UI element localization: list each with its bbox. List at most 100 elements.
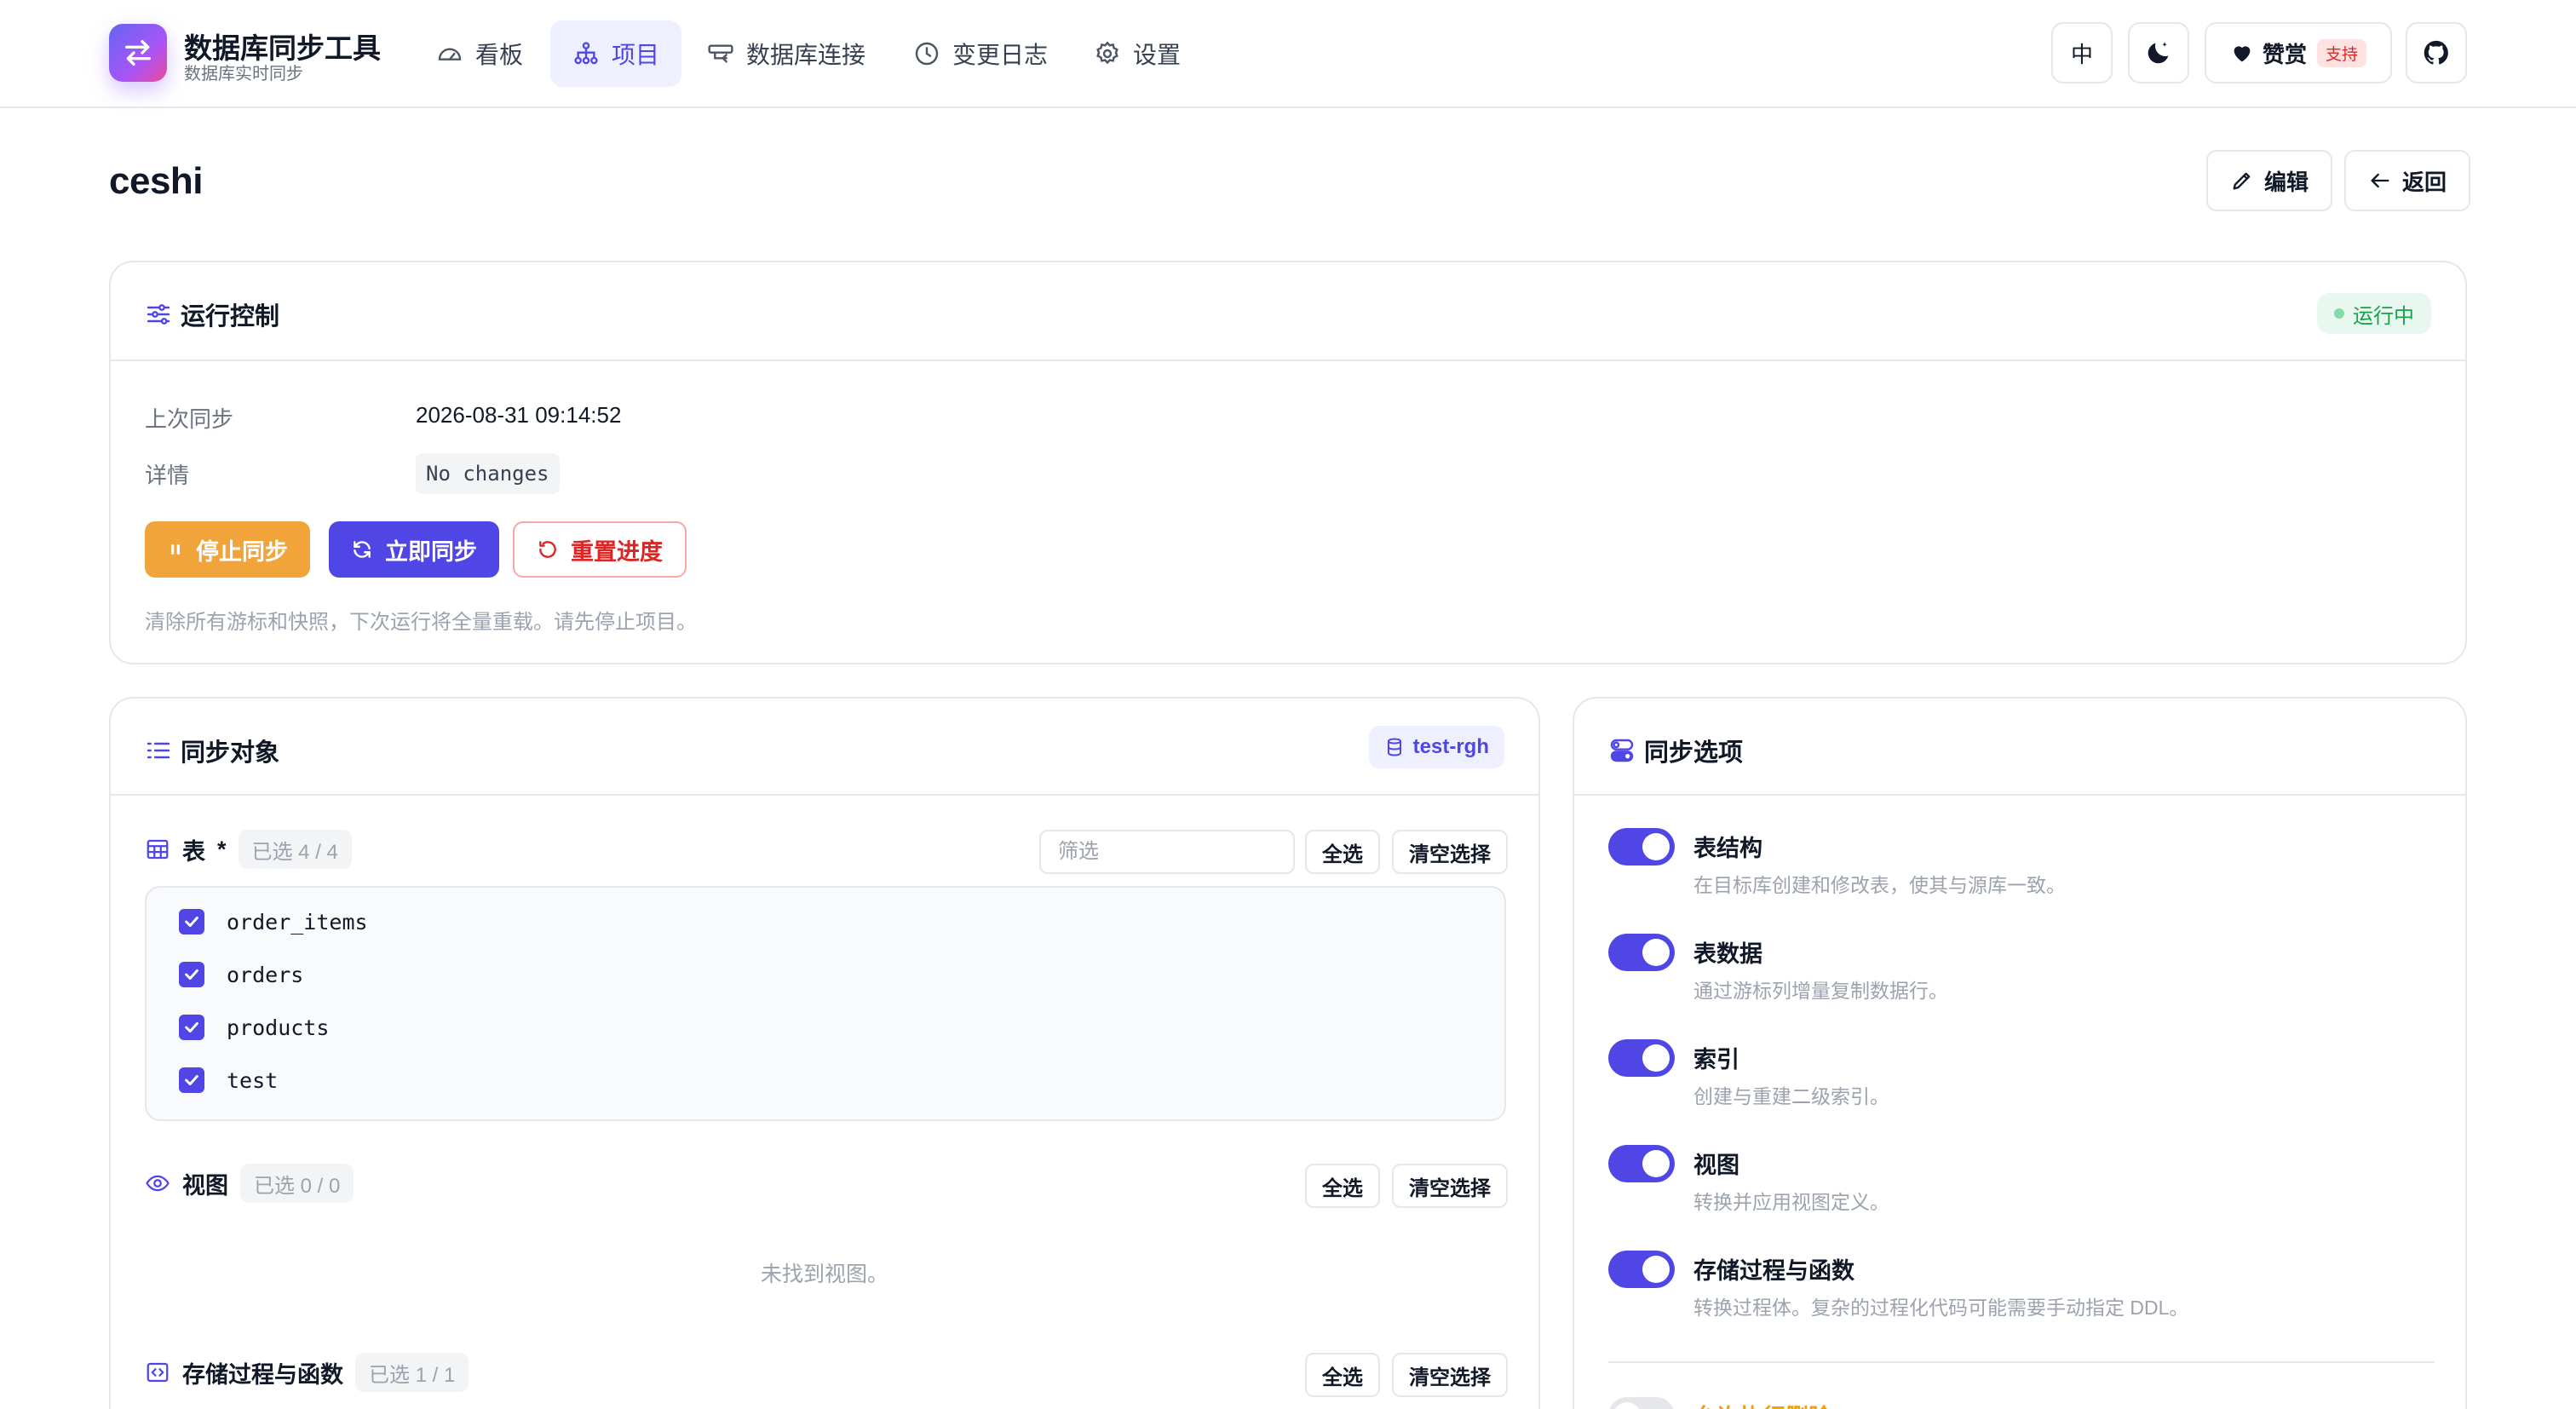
routines-clear-button[interactable]: 清空选择	[1392, 1353, 1508, 1397]
back-button[interactable]: 返回	[2344, 150, 2471, 211]
table-name: order_items	[227, 909, 368, 935]
nav-settings[interactable]: 设置	[1072, 20, 1203, 87]
routines-select-all-button[interactable]: 全选	[1305, 1353, 1380, 1397]
sync-options-card: 同步选项 表结构 在目标库创建和修改表，使其与源库一致。 表数据 通过游标列增量…	[1573, 697, 2467, 1409]
routines-section-label: 存储过程与函数 已选 1 / 1	[145, 1353, 469, 1392]
allow-delete-toggle[interactable]	[1608, 1397, 1675, 1409]
sync-options-header: 同步选项	[1574, 699, 2465, 796]
heart-icon	[2234, 46, 2251, 62]
gear-icon	[1096, 41, 1118, 65]
checkbox-checked-icon[interactable]	[179, 909, 204, 935]
tables-select-all-button[interactable]: 全选	[1305, 830, 1380, 874]
table-name: products	[227, 1015, 330, 1040]
sync-objects-header: 同步对象 test-rgh	[111, 699, 1538, 796]
top-bar: 数据库同步工具 数据库实时同步 看板 项目 数据库连接 变更日志 设置 中 赞赏…	[0, 0, 2576, 108]
list-item[interactable]: products	[179, 1015, 329, 1040]
github-icon	[2424, 40, 2448, 65]
table-icon	[147, 839, 169, 860]
run-control-title-text: 运行控制	[181, 303, 280, 331]
option-title: 允许执行删除	[1693, 1399, 1831, 1409]
views-section-label: 视图 已选 0 / 0	[145, 1164, 354, 1203]
status-text: 运行中	[2353, 304, 2414, 328]
option-desc: 在目标库创建和修改表，使其与源库一致。	[1693, 874, 2066, 896]
list-icon	[147, 742, 170, 759]
list-item[interactable]: order_items	[179, 909, 368, 935]
app-logo[interactable]	[109, 24, 167, 82]
nav-connections[interactable]: 数据库连接	[685, 20, 888, 87]
sponsor-label: 赞赏	[2262, 41, 2307, 67]
pause-icon	[171, 544, 180, 555]
page-title: ceshi	[109, 160, 204, 202]
views-empty-note: 未找到视图。	[760, 1262, 888, 1286]
table-list: order_items orders products test	[145, 886, 1506, 1121]
views-clear-button[interactable]: 清空选择	[1392, 1164, 1508, 1208]
data-toggle[interactable]	[1608, 934, 1675, 971]
required-mark: *	[217, 836, 227, 862]
table-filter-input[interactable]	[1039, 830, 1295, 874]
option-title: 表结构	[1693, 836, 1762, 861]
detail-label: 详情	[145, 463, 190, 488]
views-toggle[interactable]	[1608, 1145, 1675, 1182]
language-toggle-button[interactable]: 中	[2051, 22, 2113, 83]
moon-icon	[2148, 42, 2169, 64]
indexes-toggle[interactable]	[1608, 1039, 1675, 1077]
tables-section-label: 表 * 已选 4 / 4	[145, 830, 352, 869]
views-label: 视图	[182, 1172, 228, 1199]
option-desc: 转换并应用视图定义。	[1693, 1191, 1889, 1213]
stop-sync-button[interactable]: 停止同步	[145, 521, 310, 578]
github-button[interactable]	[2406, 22, 2467, 83]
nav-changelog[interactable]: 变更日志	[891, 20, 1070, 87]
edit-label: 编辑	[2264, 169, 2309, 195]
list-item[interactable]: orders	[179, 962, 303, 987]
database-chip: test-rgh	[1368, 726, 1504, 768]
theme-toggle-button[interactable]	[2128, 22, 2189, 83]
sync-now-label: 立即同步	[385, 538, 477, 565]
option-desc: 通过游标列增量复制数据行。	[1693, 980, 1948, 1002]
database-icon	[1387, 738, 1401, 756]
reset-hint: 清除所有游标和快照，下次运行将全量重载。请先停止项目。	[145, 611, 697, 634]
views-select-all-button[interactable]: 全选	[1305, 1164, 1380, 1208]
option-title: 表数据	[1693, 941, 1762, 967]
checkbox-checked-icon[interactable]	[179, 1015, 204, 1040]
back-label: 返回	[2402, 169, 2447, 195]
checkbox-checked-icon[interactable]	[179, 962, 204, 987]
reset-progress-label: 重置进度	[571, 538, 663, 565]
app-subtitle: 数据库实时同步	[184, 65, 303, 83]
sync-options-title-text: 同步选项	[1644, 739, 1744, 767]
tables-clear-button[interactable]: 清空选择	[1392, 830, 1508, 874]
views-count: 已选 0 / 0	[240, 1164, 354, 1203]
clock-icon	[915, 42, 939, 66]
tables-label: 表	[182, 838, 205, 865]
status-badge: 运行中	[2317, 293, 2431, 334]
dashboard-icon	[438, 48, 462, 60]
reset-progress-button[interactable]: 重置进度	[513, 521, 687, 578]
nav-label: 项目	[612, 42, 660, 68]
sponsor-button[interactable]: 赞赏 支持	[2205, 22, 2392, 83]
sync-now-button[interactable]: 立即同步	[329, 521, 499, 578]
rotate-ccw-icon	[539, 541, 556, 558]
table-name: test	[227, 1067, 279, 1093]
nav-label: 看板	[475, 42, 524, 68]
option-title: 索引	[1693, 1047, 1739, 1073]
routines-toggle[interactable]	[1608, 1251, 1675, 1288]
routines-label: 存储过程与函数	[182, 1361, 343, 1388]
project-icon	[574, 42, 598, 65]
option-desc: 转换过程体。复杂的过程化代码可能需要手动指定 DDL。	[1693, 1297, 2189, 1319]
tables-count: 已选 4 / 4	[238, 830, 352, 869]
nav-dashboard[interactable]: 看板	[414, 20, 545, 87]
option-title: 存储过程与函数	[1693, 1258, 1854, 1284]
list-item[interactable]: test	[179, 1067, 278, 1093]
last-sync-value: 2026-08-31 09:14:52	[416, 402, 622, 428]
eye-icon	[146, 1175, 170, 1192]
nav-label: 变更日志	[952, 42, 1049, 68]
table-name: orders	[227, 962, 304, 987]
sync-options-title: 同步选项	[1608, 733, 1743, 768]
checkbox-checked-icon[interactable]	[179, 1067, 204, 1093]
code-icon	[147, 1362, 169, 1383]
edit-button[interactable]: 编辑	[2206, 150, 2333, 211]
nav-projects[interactable]: 项目	[550, 20, 682, 87]
status-dot-icon	[2334, 308, 2344, 319]
routines-count: 已选 1 / 1	[355, 1353, 469, 1392]
arrow-left-icon	[2371, 173, 2389, 188]
schema-toggle[interactable]	[1608, 828, 1675, 866]
